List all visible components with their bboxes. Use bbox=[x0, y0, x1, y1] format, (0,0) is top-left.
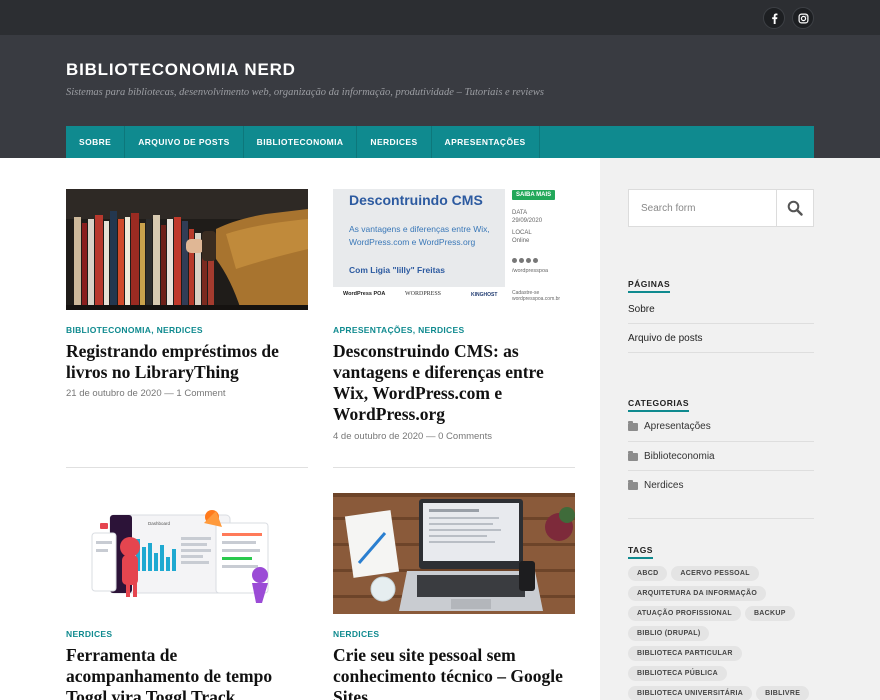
banner-local: Online bbox=[512, 238, 530, 244]
post-date[interactable]: 4 de outubro de 2020 bbox=[333, 431, 423, 442]
meta-separator: — bbox=[425, 431, 436, 442]
post-separator bbox=[333, 467, 575, 468]
post-title[interactable]: Ferramenta de acompanhamento de tempo To… bbox=[66, 645, 308, 700]
dashboard-label: Dashboard bbox=[148, 521, 171, 526]
tag-link[interactable]: ACERVO PESSOAL bbox=[671, 566, 759, 581]
banner-badge: SAIBA MAIS bbox=[512, 190, 556, 200]
logo-wordpress: WORDPRESS bbox=[405, 291, 442, 297]
post-thumbnail[interactable]: Dashboard bbox=[66, 493, 308, 614]
post-categories[interactable]: APRESENTAÇÕES, NERDICES bbox=[333, 325, 464, 335]
categories-widget-title: CATEGORIAS bbox=[628, 398, 690, 412]
tag-link[interactable]: ABCD bbox=[628, 566, 668, 581]
banner-heading: Descontruindo CMS bbox=[349, 192, 483, 208]
search-form bbox=[628, 189, 814, 227]
post-separator bbox=[66, 467, 308, 468]
pages-widget-title: PÁGINAS bbox=[628, 279, 671, 293]
category-link-nerdices[interactable]: Nerdices bbox=[628, 479, 814, 491]
post-comments[interactable]: 1 Comment bbox=[176, 388, 225, 399]
instagram-icon[interactable] bbox=[792, 7, 814, 29]
banner-date: 29/09/2020 bbox=[512, 218, 543, 224]
divider bbox=[628, 323, 814, 324]
banner-subtitle: As vantagens e diferenças entre Wix, Wor… bbox=[349, 224, 490, 247]
tag-link[interactable]: ATUAÇÃO PROFISSIONAL bbox=[628, 606, 741, 621]
banner-signup: Cadastre-se wordpresspoa.com.br bbox=[512, 290, 561, 302]
logo-wordpress-poa: WordPress POA bbox=[343, 291, 386, 297]
divider bbox=[628, 470, 814, 471]
divider bbox=[628, 441, 814, 442]
site-description: Sistemas para bibliotecas, desenvolvimen… bbox=[66, 87, 544, 98]
search-button[interactable] bbox=[776, 190, 813, 226]
nav-item-sobre[interactable]: SOBRE bbox=[66, 126, 126, 158]
page-link-arquivo-de-posts[interactable]: Arquivo de posts bbox=[628, 333, 814, 344]
banner-author: Com Ligia "lilly" Freitas bbox=[349, 265, 445, 275]
page-link-sobre[interactable]: Sobre bbox=[628, 304, 814, 315]
top-bar bbox=[0, 0, 880, 35]
tag-link[interactable]: BIBLIVRE bbox=[756, 686, 810, 700]
post-categories[interactable]: NERDICES bbox=[333, 629, 379, 639]
tag-link[interactable]: BIBLIO (DRUPAL) bbox=[628, 626, 710, 641]
meta-separator: — bbox=[164, 388, 174, 399]
folder-icon bbox=[628, 479, 638, 490]
tag-link[interactable]: ARQUITETURA DA INFORMAÇÃO bbox=[628, 586, 767, 601]
post-meta: 4 de outubro de 2020 — 0 Comments bbox=[333, 431, 492, 442]
post-date[interactable]: 21 de outubro de 2020 bbox=[66, 388, 162, 399]
social-dot-icon bbox=[533, 258, 538, 263]
nav-item-apresentacoes[interactable]: APRESENTAÇÕES bbox=[432, 126, 540, 158]
post-comments[interactable]: 0 Comments bbox=[438, 431, 492, 442]
logo-kinghost: KINGHOST bbox=[471, 292, 498, 298]
post-categories[interactable]: BIBLIOTECONOMIA, NERDICES bbox=[66, 325, 203, 335]
tag-link[interactable]: BIBLIOTECA PARTICULAR bbox=[628, 646, 742, 661]
facebook-icon[interactable] bbox=[763, 7, 785, 29]
nav-item-biblioteconomia[interactable]: BIBLIOTECONOMIA bbox=[244, 126, 358, 158]
social-dot-icon bbox=[519, 258, 524, 263]
divider bbox=[628, 352, 814, 353]
post-title[interactable]: Desconstruindo CMS: as vantagens e difer… bbox=[333, 341, 575, 425]
laptop-desk-photo bbox=[333, 493, 575, 614]
social-dot-icon bbox=[512, 258, 517, 263]
post-title[interactable]: Registrando empréstimos de livros no Lib… bbox=[66, 341, 308, 383]
post-title[interactable]: Crie seu site pessoal sem conhecimento t… bbox=[333, 645, 575, 700]
folder-icon bbox=[628, 420, 638, 431]
tag-link[interactable]: BACKUP bbox=[744, 606, 795, 621]
social-dot-icon bbox=[526, 258, 531, 263]
post-categories[interactable]: NERDICES bbox=[66, 629, 112, 639]
bookshelf-photo bbox=[66, 189, 308, 310]
tag-cloud: ABCD ACERVO PESSOAL ARQUITETURA DA INFOR… bbox=[628, 566, 818, 700]
folder-icon bbox=[628, 450, 638, 461]
category-link-biblioteconomia[interactable]: Biblioteconomia bbox=[628, 450, 814, 462]
main-nav: SOBRE ARQUIVO DE POSTS BIBLIOTECONOMIA N… bbox=[66, 126, 814, 158]
nav-item-nerdices[interactable]: NERDICES bbox=[357, 126, 432, 158]
divider bbox=[628, 518, 814, 519]
banner-social-icons bbox=[512, 258, 538, 263]
banner-local-label: LOCAL bbox=[512, 230, 532, 236]
banner-details: DATA 29/09/2020 LOCAL Online bbox=[512, 209, 542, 245]
category-link-apresentacoes[interactable]: Apresentações bbox=[628, 420, 814, 432]
tags-widget-title: TAGS bbox=[628, 545, 653, 559]
tag-link[interactable]: BIBLIOTECA UNIVERSITÁRIA bbox=[628, 686, 753, 700]
search-icon bbox=[787, 200, 803, 216]
post-meta: 21 de outubro de 2020 — 1 Comment bbox=[66, 388, 226, 399]
post-thumbnail[interactable] bbox=[333, 493, 575, 614]
banner-handle: /wordpresspoa bbox=[512, 268, 549, 274]
banner-date-label: DATA bbox=[512, 210, 528, 216]
site-title[interactable]: BIBLIOTECONOMIA NERD bbox=[66, 60, 296, 80]
nav-item-arquivo-de-posts[interactable]: ARQUIVO DE POSTS bbox=[125, 126, 244, 158]
tag-link[interactable]: BIBLIOTECA PÚBLICA bbox=[628, 666, 727, 681]
toggl-illustration bbox=[91, 510, 269, 603]
post-thumbnail[interactable]: Descontruindo CMS As vantagens e diferen… bbox=[333, 189, 575, 310]
search-input[interactable] bbox=[629, 190, 777, 226]
post-thumbnail[interactable] bbox=[66, 189, 308, 310]
